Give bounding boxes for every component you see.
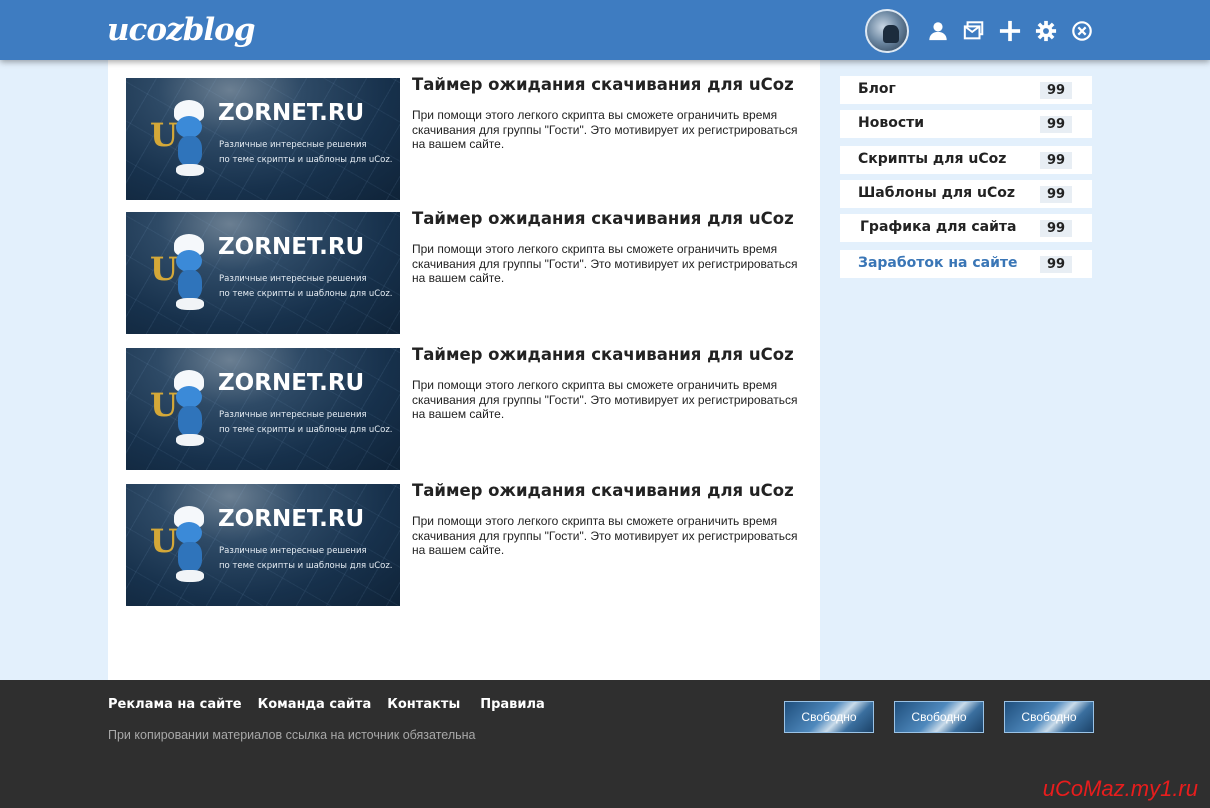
sidebar-item-label: Скрипты для uCoz [858,151,1007,167]
copyright-notice: При копировании материалов ссылка на ист… [108,728,476,742]
add-icon[interactable] [997,18,1023,44]
user-icon[interactable] [925,18,951,44]
thumbnail-tagline: Различные интересные решения по теме скр… [219,544,393,574]
sidebar-item-label: Заработок на сайте [858,255,1018,271]
post-title[interactable]: Таймер ожидания скачивания для uCoz [412,345,794,364]
site-footer: Реклама на сайте Команда сайта Контакты … [0,680,1210,808]
post-title[interactable]: Таймер ожидания скачивания для uCoz [412,75,794,94]
sidebar-item-count: 99 [1040,256,1072,273]
sidebar-item-count: 99 [1040,152,1072,169]
sidebar-item-count: 99 [1040,82,1072,99]
post-description: При помощи этого легкого скрипта вы смож… [412,514,798,557]
messages-icon[interactable] [961,18,987,44]
sidebar-item-label: Блог [858,81,896,97]
sidebar-item-label: Графика для сайта [860,219,1017,235]
smurf-mascot-icon [170,506,208,586]
thumbnail-tagline-line1: Различные интересные решения [219,546,367,556]
thumbnail-tagline-line2: по теме скрипты и шаблоны для uCoz. [219,561,393,571]
avatar[interactable] [865,9,909,53]
thumbnail-tagline-line2: по теме скрипты и шаблоны для uCoz. [219,425,393,435]
thumbnail-tagline: Различные интересные решения по теме скр… [219,408,393,438]
sidebar-item-count: 99 [1040,220,1072,237]
site-header: ucozblog [0,0,1210,60]
post-item: U ZORNET.RU Различные интересные решения… [126,481,806,606]
post-description: При помощи этого легкого скрипта вы смож… [412,378,798,421]
smurf-mascot-icon [170,370,208,450]
content-area: U ZORNET.RU Различные интересные решения… [108,60,820,680]
post-description: При помощи этого легкого скрипта вы смож… [412,242,798,285]
sidebar-item-blog[interactable]: Блог 99 [840,76,1092,104]
sidebar-item-scripts[interactable]: Скрипты для uCoz 99 [840,146,1092,174]
thumbnail-brand: ZORNET.RU [218,370,365,396]
thumbnail-tagline: Различные интересные решения по теме скр… [219,138,393,168]
thumbnail-brand: ZORNET.RU [218,100,365,126]
post-thumbnail[interactable]: U ZORNET.RU Различные интересные решения… [126,348,400,470]
sidebar-item-label: Новости [858,115,925,131]
sidebar-item-graphics[interactable]: Графика для сайта 99 [840,214,1092,242]
ad-slot-badge[interactable]: Свободно [894,701,984,733]
sidebar-item-count: 99 [1040,116,1072,133]
footer-link-advertising[interactable]: Реклама на сайте [108,697,242,712]
sidebar-item-earnings[interactable]: Заработок на сайте 99 [840,250,1092,278]
site-logo[interactable]: ucozblog [107,12,255,48]
sidebar-item-label: Шаблоны для uCoz [858,185,1016,201]
smurf-mascot-icon [170,234,208,314]
thumbnail-tagline-line1: Различные интересные решения [219,140,367,150]
thumbnail-tagline-line1: Различные интересные решения [219,410,367,420]
thumbnail-brand: ZORNET.RU [218,234,365,260]
post-title[interactable]: Таймер ожидания скачивания для uCoz [412,209,794,228]
post-thumbnail[interactable]: U ZORNET.RU Различные интересные решения… [126,78,400,200]
footer-link-rules[interactable]: Правила [480,697,545,712]
sidebar-item-templates[interactable]: Шаблоны для uCoz 99 [840,180,1092,208]
post-item: U ZORNET.RU Различные интересные решения… [126,75,806,200]
footer-nav: Реклама на сайте Команда сайта Контакты … [108,697,545,712]
settings-icon[interactable] [1033,18,1059,44]
header-toolbar [865,9,1095,53]
post-description: При помощи этого легкого скрипта вы смож… [412,108,798,151]
post-item: U ZORNET.RU Различные интересные решения… [126,209,806,334]
footer-link-team[interactable]: Команда сайта [258,697,372,712]
smurf-mascot-icon [170,100,208,180]
watermark: uCoMaz.my1.ru [1042,776,1198,801]
thumbnail-tagline-line2: по теме скрипты и шаблоны для uCoz. [219,155,393,165]
thumbnail-tagline: Различные интересные решения по теме скр… [219,272,393,302]
ad-slots: Свободно Свободно Свободно [784,701,1094,733]
thumbnail-tagline-line1: Различные интересные решения [219,274,367,284]
ad-slot-badge[interactable]: Свободно [1004,701,1094,733]
thumbnail-brand: ZORNET.RU [218,506,365,532]
post-thumbnail[interactable]: U ZORNET.RU Различные интересные решения… [126,484,400,606]
sidebar-item-count: 99 [1040,186,1072,203]
sidebar-item-news[interactable]: Новости 99 [840,110,1092,138]
footer-link-contacts[interactable]: Контакты [387,697,460,712]
post-thumbnail[interactable]: U ZORNET.RU Различные интересные решения… [126,212,400,334]
thumbnail-tagline-line2: по теме скрипты и шаблоны для uCoz. [219,289,393,299]
post-item: U ZORNET.RU Различные интересные решения… [126,345,806,470]
ad-slot-badge[interactable]: Свободно [784,701,874,733]
post-title[interactable]: Таймер ожидания скачивания для uCoz [412,481,794,500]
close-icon[interactable] [1069,18,1095,44]
